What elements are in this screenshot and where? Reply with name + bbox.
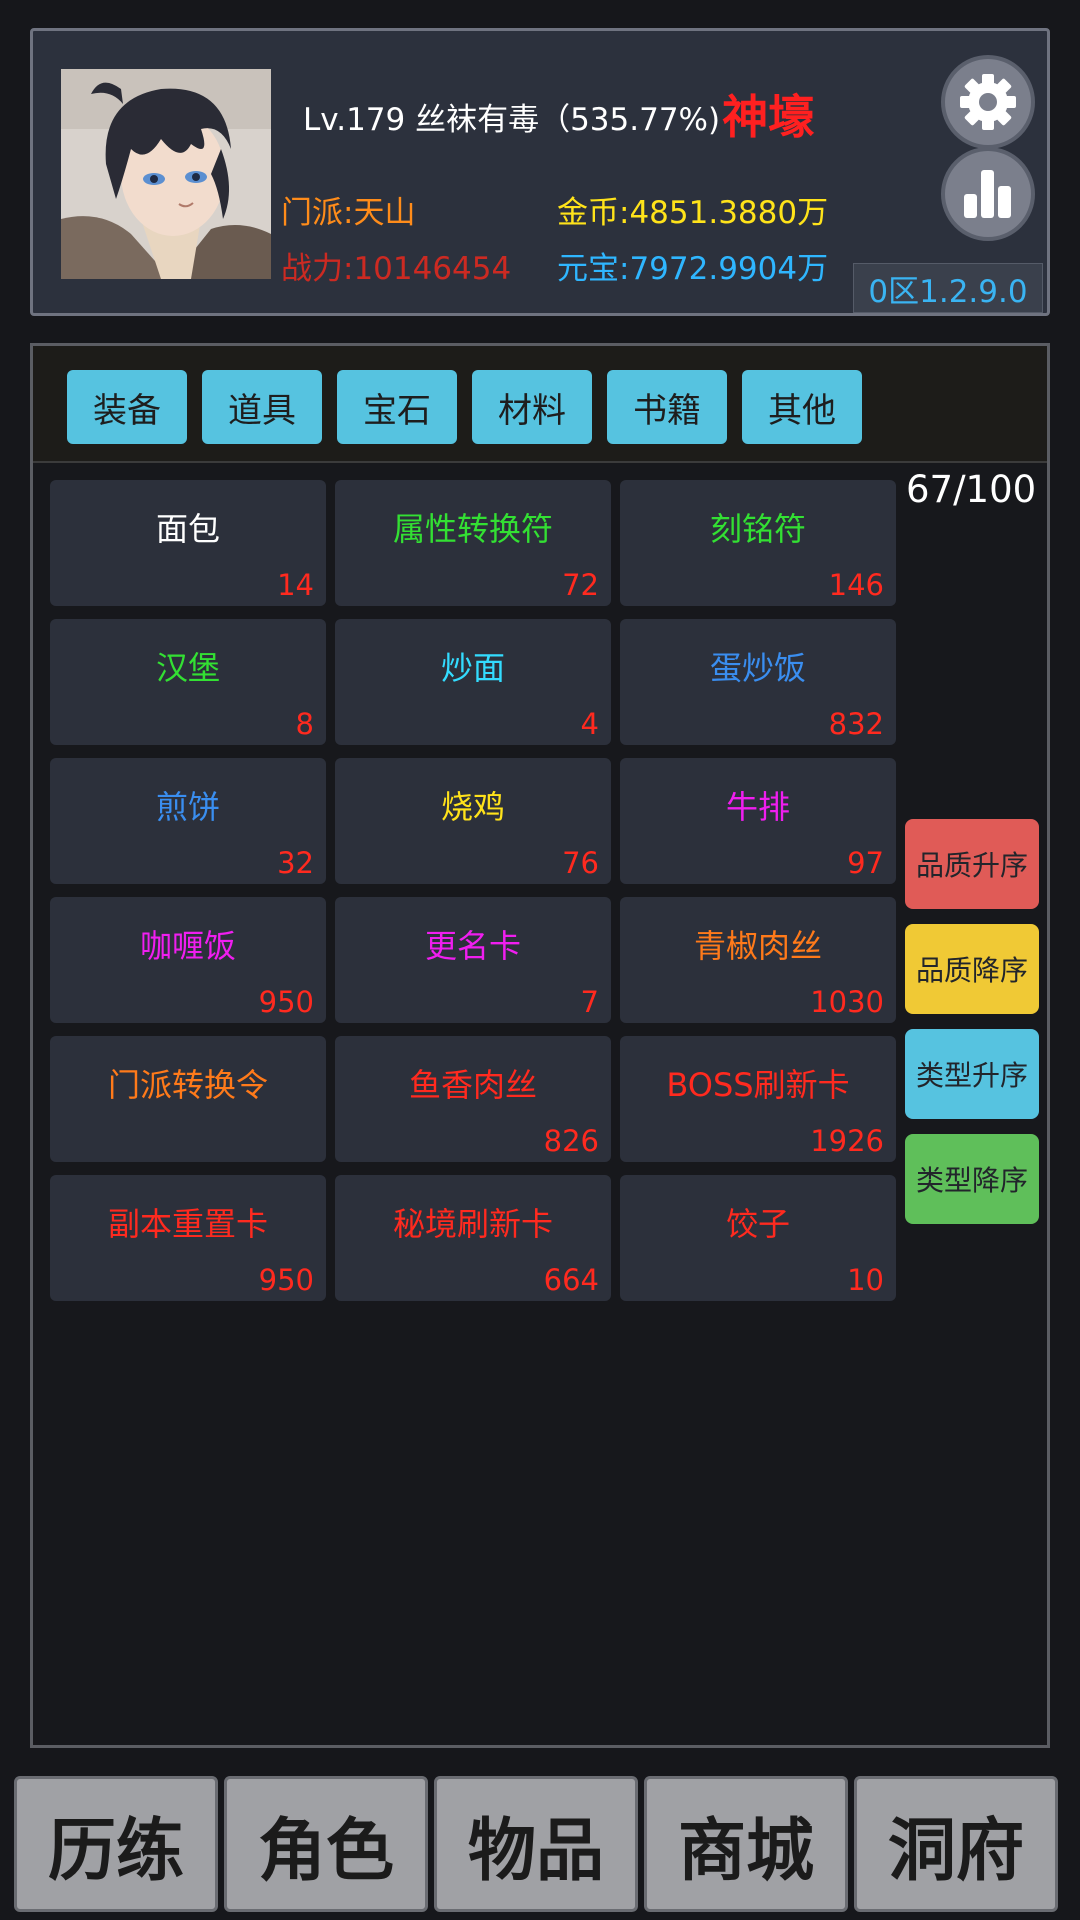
item-quantity: 97 [847, 846, 884, 880]
item-slot[interactable]: 饺子 10 [620, 1175, 896, 1301]
item-slot[interactable]: 门派转换令 [50, 1036, 326, 1162]
item-name: BOSS刷新卡 [666, 1066, 850, 1104]
item-name: 饺子 [725, 1205, 790, 1243]
item-quantity: 950 [258, 985, 314, 1019]
item-name: 副本重置卡 [107, 1205, 268, 1243]
item-slot[interactable]: 鱼香肉丝 826 [335, 1036, 611, 1162]
item-quantity: 8 [295, 707, 314, 741]
bottom-navigation: 历练 角色 物品 商城 洞府 [0, 1768, 1080, 1920]
nav-items[interactable]: 物品 [434, 1776, 638, 1912]
item-quantity: 1926 [810, 1124, 884, 1158]
item-slot[interactable]: 面包 14 [50, 480, 326, 606]
item-slot[interactable]: 烧鸡 76 [335, 758, 611, 884]
item-name: 属性转换符 [392, 510, 553, 548]
item-name: 炒面 [440, 649, 505, 687]
avatar-image [61, 69, 271, 279]
sort-type-asc-button[interactable]: 类型升序 [905, 1029, 1039, 1119]
bag-capacity: 67/100 [906, 468, 1037, 511]
item-slot[interactable]: 汉堡 8 [50, 619, 326, 745]
sect-label: 门派:天山 [281, 195, 416, 231]
sort-quality-desc-button[interactable]: 品质降序 [905, 924, 1039, 1014]
tab-materials[interactable]: 材料 [472, 370, 592, 444]
item-name: 煎饼 [155, 788, 220, 826]
player-level-name: Lv.179 丝袜有毒（535.77%)神壕 [303, 81, 814, 147]
item-name: 面包 [155, 510, 220, 548]
avatar[interactable] [61, 69, 271, 279]
item-name: 鱼香肉丝 [408, 1066, 537, 1104]
item-slot[interactable]: 属性转换符 72 [335, 480, 611, 606]
stats-button[interactable] [941, 147, 1035, 241]
item-quantity: 72 [562, 568, 599, 602]
item-quantity: 7 [580, 985, 599, 1019]
item-name: 青椒肉丝 [693, 927, 822, 965]
gold-label: 金币:4851.3880万 [557, 195, 829, 231]
item-quantity: 4 [580, 707, 599, 741]
gear-icon [960, 74, 1016, 130]
inventory-panel: 装备 道具 宝石 材料 书籍 其他 67/100 面包 14 属性转换符 72 刻铭符 1… [30, 343, 1050, 1748]
item-name: 刻铭符 [709, 510, 806, 548]
level-name-text: Lv.179 丝袜有毒（535.77%) [303, 102, 721, 138]
item-quantity: 14 [277, 568, 314, 602]
item-slot[interactable]: 炒面 4 [335, 619, 611, 745]
item-name: 咖喱饭 [139, 927, 236, 965]
item-name: 汉堡 [155, 649, 220, 687]
nav-character[interactable]: 角色 [224, 1776, 428, 1912]
bar-chart-icon [964, 170, 1011, 218]
item-quantity: 826 [543, 1124, 599, 1158]
wealth-tier: 神壕 [722, 90, 815, 144]
item-slot[interactable]: 刻铭符 146 [620, 480, 896, 606]
item-slot[interactable]: 副本重置卡 950 [50, 1175, 326, 1301]
item-name: 牛排 [725, 788, 790, 826]
item-slot[interactable]: 青椒肉丝 1030 [620, 897, 896, 1023]
tab-gems[interactable]: 宝石 [337, 370, 457, 444]
item-quantity: 664 [543, 1263, 599, 1297]
category-tabs: 装备 道具 宝石 材料 书籍 其他 [33, 346, 1047, 463]
item-name: 秘境刷新卡 [392, 1205, 553, 1243]
item-quantity: 76 [562, 846, 599, 880]
item-name: 蛋炒饭 [709, 649, 806, 687]
item-quantity: 146 [828, 568, 884, 602]
item-grid: 面包 14 属性转换符 72 刻铭符 146 汉堡 8 炒面 4 蛋炒饭 832 煎饼 32 烧鸡 76 牛排 9… [50, 480, 906, 1301]
server-version: 0区1.2.9.0 [853, 263, 1043, 313]
nav-cave[interactable]: 洞府 [854, 1776, 1058, 1912]
item-quantity: 950 [258, 1263, 314, 1297]
nav-shop[interactable]: 商城 [644, 1776, 848, 1912]
item-slot[interactable]: 煎饼 32 [50, 758, 326, 884]
tab-equipment[interactable]: 装备 [67, 370, 187, 444]
item-name: 更名卡 [424, 927, 521, 965]
item-name: 烧鸡 [440, 788, 505, 826]
item-quantity: 10 [847, 1263, 884, 1297]
ingot-label: 元宝:7972.9904万 [557, 251, 829, 287]
item-slot[interactable]: 蛋炒饭 832 [620, 619, 896, 745]
power-label: 战力:10146454 [281, 251, 512, 287]
tab-books[interactable]: 书籍 [607, 370, 727, 444]
item-slot[interactable]: BOSS刷新卡 1926 [620, 1036, 896, 1162]
settings-button[interactable] [941, 55, 1035, 149]
tab-other[interactable]: 其他 [742, 370, 862, 444]
sort-quality-asc-button[interactable]: 品质升序 [905, 819, 1039, 909]
item-quantity: 832 [828, 707, 884, 741]
tab-props[interactable]: 道具 [202, 370, 322, 444]
item-quantity: 32 [277, 846, 314, 880]
item-slot[interactable]: 咖喱饭 950 [50, 897, 326, 1023]
nav-training[interactable]: 历练 [14, 1776, 218, 1912]
player-header: Lv.179 丝袜有毒（535.77%)神壕 门派:天山 战力:10146454… [30, 28, 1050, 316]
item-slot[interactable]: 牛排 97 [620, 758, 896, 884]
sort-type-desc-button[interactable]: 类型降序 [905, 1134, 1039, 1224]
item-quantity: 1030 [810, 985, 884, 1019]
item-slot[interactable]: 秘境刷新卡 664 [335, 1175, 611, 1301]
item-name: 门派转换令 [107, 1066, 268, 1104]
item-slot[interactable]: 更名卡 7 [335, 897, 611, 1023]
